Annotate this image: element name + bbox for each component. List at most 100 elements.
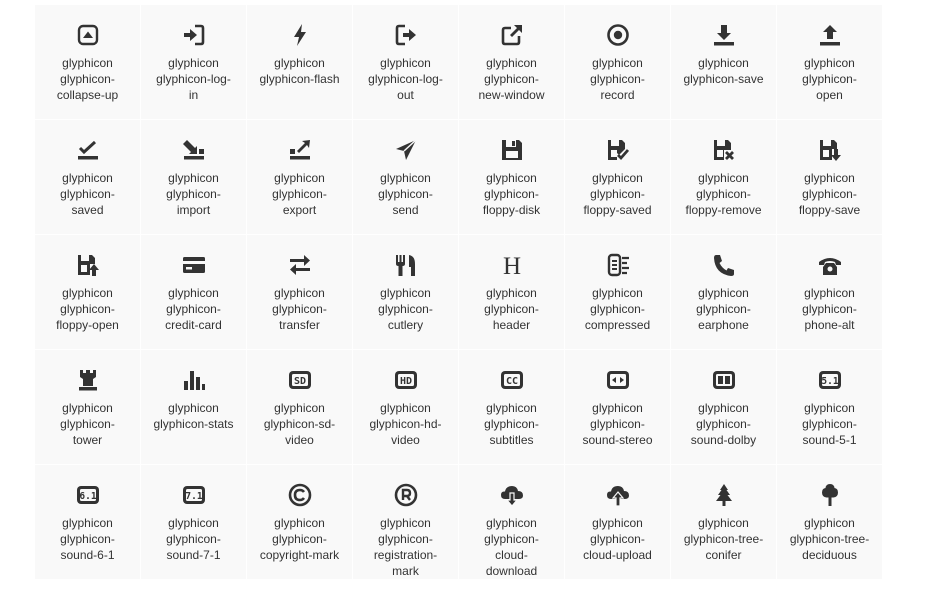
- svg-text:H: H: [502, 253, 520, 278]
- cloud-download-icon: [498, 481, 526, 509]
- icon-class-label-line: glyphicon-tree-: [683, 532, 764, 546]
- svg-text:5.1: 5.1: [821, 376, 838, 387]
- icon-class-label-line: import: [176, 203, 211, 217]
- icon-class-label-line: download: [485, 564, 538, 578]
- compressed-icon: [604, 251, 632, 279]
- save-icon: [710, 21, 738, 49]
- icon-cell: glyphicon glyphicon-flash: [247, 5, 353, 120]
- icon-class-label-line: cloud-upload: [583, 548, 652, 562]
- icon-class-label: glyphicon glyphicon-compressed: [570, 285, 666, 333]
- icon-class-label-line: tower: [72, 433, 103, 447]
- icon-class-label-line: glyphicon: [804, 171, 855, 185]
- icon-cell: HD glyphicon glyphicon-hd-video: [353, 350, 459, 465]
- icon-class-label-line: floppy-remove: [685, 203, 762, 217]
- icon-class-label-line: sound-stereo: [582, 433, 653, 447]
- icon-cell: glyphicon glyphicon-phone-alt: [777, 235, 883, 350]
- icon-class-label-line: glyphicon: [698, 401, 749, 415]
- icon-cell: CC glyphicon glyphicon-subtitles: [459, 350, 565, 465]
- icon-class-label: glyphicon glyphicon-open: [782, 55, 878, 103]
- record-icon: [604, 21, 632, 49]
- icon-class-label-line: glyphicon-: [696, 302, 751, 316]
- icon-cell: glyphicon glyphicon-record: [565, 5, 671, 120]
- glyphicon-grid: glyphicon glyphicon-collapse-up glyphicon g…: [35, 5, 883, 580]
- icon-class-label-line: glyphicon: [592, 171, 643, 185]
- icon-class-label-line: credit-card: [165, 318, 222, 332]
- icon-class-label-line: glyphicon: [486, 516, 537, 530]
- icon-class-label-line: glyphicon-: [696, 187, 751, 201]
- icon-cell: glyphicon glyphicon-tree-deciduous: [777, 465, 883, 580]
- icon-class-label-line: glyphicon-stats: [153, 417, 234, 431]
- icon-class-label-line: earphone: [698, 318, 749, 332]
- icon-class-label-line: glyphicon: [168, 56, 219, 70]
- icon-class-label-line: glyphicon-: [60, 187, 115, 201]
- svg-text:SD: SD: [293, 376, 305, 387]
- icon-class-label: glyphicon glyphicon-hd-video: [358, 400, 454, 448]
- icon-class-label: glyphicon glyphicon-header: [464, 285, 560, 333]
- icon-class-label-line: glyphicon-: [272, 532, 327, 546]
- icon-cell: glyphicon glyphicon-stats: [141, 350, 247, 465]
- log-in-icon: [180, 21, 208, 49]
- svg-text:7.1: 7.1: [185, 491, 202, 502]
- icon-class-label-line: glyphicon: [62, 286, 113, 300]
- icon-class-label-line: glyphicon-: [378, 532, 433, 546]
- icon-class-label-line: glyphicon: [698, 286, 749, 300]
- collapse-up-icon: [74, 21, 102, 49]
- icon-cell: glyphicon glyphicon-tower: [35, 350, 141, 465]
- icon-class-label-line: sound-7-1: [166, 548, 221, 562]
- icon-class-label-line: glyphicon: [168, 286, 219, 300]
- header-icon: H: [498, 251, 526, 279]
- tower-icon: [74, 366, 102, 394]
- saved-icon: [74, 136, 102, 164]
- icon-class-label: glyphicon glyphicon-collapse-up: [40, 55, 136, 103]
- svg-text:CC: CC: [505, 376, 517, 387]
- icon-class-label-line: glyphicon: [62, 401, 113, 415]
- icon-class-label-line: cutlery: [387, 318, 424, 332]
- icon-class-label-line: glyphicon: [168, 401, 219, 415]
- icon-cell: glyphicon glyphicon-floppy-disk: [459, 120, 565, 235]
- icon-class-label-line: open: [816, 88, 843, 102]
- icon-class-label-line: video: [285, 433, 314, 447]
- icon-class-label: glyphicon glyphicon-log-out: [358, 55, 454, 103]
- icon-class-label-line: glyphicon-: [590, 72, 645, 86]
- icon-class-label-line: glyphicon-: [484, 187, 539, 201]
- icon-class-label-line: glyphicon: [274, 286, 325, 300]
- icon-class-label: glyphicon glyphicon-registration-mark: [358, 515, 454, 579]
- icon-class-label-line: glyphicon-: [272, 302, 327, 316]
- log-out-icon: [392, 21, 420, 49]
- icon-class-label-line: glyphicon: [62, 171, 113, 185]
- floppy-saved-icon: [604, 136, 632, 164]
- icon-class-label: glyphicon glyphicon-floppy-disk: [464, 170, 560, 218]
- icon-class-label: glyphicon glyphicon-record: [570, 55, 666, 103]
- icon-cell: glyphicon glyphicon-floppy-saved: [565, 120, 671, 235]
- icon-class-label-line: new-window: [478, 88, 545, 102]
- floppy-disk-icon: [498, 136, 526, 164]
- icon-class-label-line: glyphicon: [274, 401, 325, 415]
- send-icon: [392, 136, 420, 164]
- icon-class-label: glyphicon glyphicon-cloud-upload: [570, 515, 666, 563]
- icon-class-label: glyphicon glyphicon-sd-video: [252, 400, 348, 448]
- icon-class-label-line: glyphicon: [592, 286, 643, 300]
- icon-class-label: glyphicon glyphicon-sound-7-1: [146, 515, 242, 563]
- floppy-remove-icon: [710, 136, 738, 164]
- icon-class-label-line: glyphicon: [486, 171, 537, 185]
- icon-class-label-line: glyphicon: [804, 286, 855, 300]
- stats-icon: [180, 366, 208, 394]
- flash-icon: [286, 21, 314, 49]
- icon-class-label-line: glyphicon: [274, 171, 325, 185]
- icon-class-label-line: copyright-mark: [259, 548, 340, 562]
- icon-cell: Hglyphicon glyphicon-header: [459, 235, 565, 350]
- icon-class-label-line: record: [600, 88, 635, 102]
- icon-class-label-line: transfer: [279, 318, 320, 332]
- icon-cell: glyphicon glyphicon-copyright-mark: [247, 465, 353, 580]
- icon-class-label-line: glyphicon: [698, 56, 749, 70]
- icon-class-label-line: conifer: [705, 548, 742, 562]
- icon-cell: glyphicon glyphicon-transfer: [247, 235, 353, 350]
- floppy-open-icon: [74, 251, 102, 279]
- icon-class-label-line: glyphicon: [486, 56, 537, 70]
- icon-class-label-line: glyphicon: [698, 171, 749, 185]
- icon-class-label-line: glyphicon: [592, 56, 643, 70]
- icon-class-label: glyphicon glyphicon-earphone: [676, 285, 772, 333]
- icon-class-label-line: glyphicon-: [60, 532, 115, 546]
- icon-class-label-line: deciduous: [802, 548, 857, 562]
- icon-class-label: glyphicon glyphicon-floppy-save: [782, 170, 878, 218]
